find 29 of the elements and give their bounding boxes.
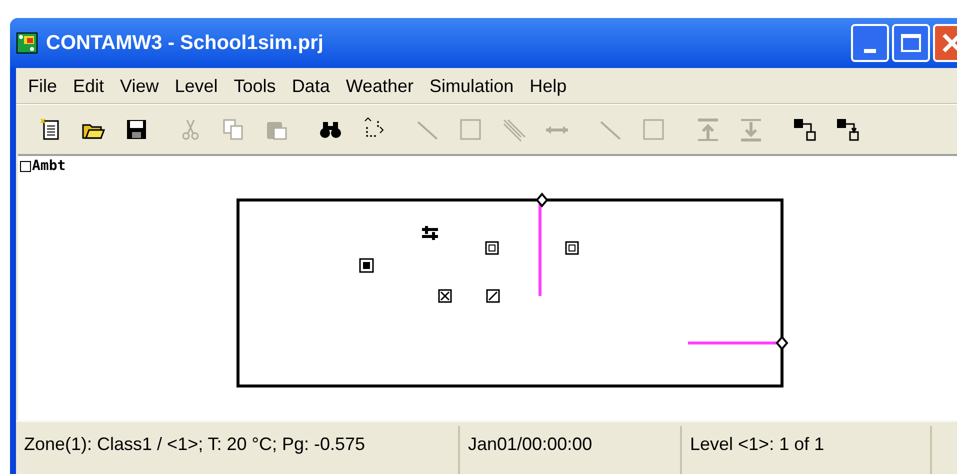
menu-item[interactable]: File	[20, 74, 66, 98]
menu-item[interactable]: Data	[284, 74, 338, 98]
close-icon	[941, 32, 957, 54]
menu-item[interactable]: Edit	[65, 74, 112, 98]
source-icon	[485, 241, 499, 255]
linked-boxes-icon[interactable]	[792, 116, 818, 142]
fan-icon	[422, 226, 438, 240]
zone-marker-icon	[359, 258, 374, 273]
app-icon	[16, 32, 38, 54]
source-icon	[565, 241, 579, 255]
maximize-button[interactable]	[892, 24, 930, 62]
linked-boxes-icon[interactable]	[835, 116, 861, 142]
menu-item[interactable]: Tools	[226, 74, 284, 98]
window-title: CONTAMW3 - School1sim.prj	[46, 31, 324, 56]
status-pane: Level <1>: 1 of 1	[682, 426, 932, 474]
status-pane: Zone(1): Class1 / <1>; T: 20 °C; Pg: -0.575	[16, 426, 460, 474]
menu-item[interactable]: Help	[522, 74, 575, 98]
damper-icon	[486, 289, 500, 303]
flow-path-icon	[438, 289, 452, 303]
menu-item[interactable]: Weather	[338, 74, 422, 98]
menu-item[interactable]: Simulation	[422, 74, 522, 98]
menu-item[interactable]: View	[112, 74, 167, 98]
menu-item[interactable]: Level	[166, 74, 226, 98]
junction-icon	[776, 335, 788, 351]
ambient-marker-icon	[20, 160, 31, 172]
ambient-label: Ambt	[32, 158, 66, 174]
junction-icon	[536, 192, 548, 208]
minimize-button[interactable]	[851, 24, 889, 62]
status-pane: Jan01/00:00:00	[460, 426, 682, 474]
